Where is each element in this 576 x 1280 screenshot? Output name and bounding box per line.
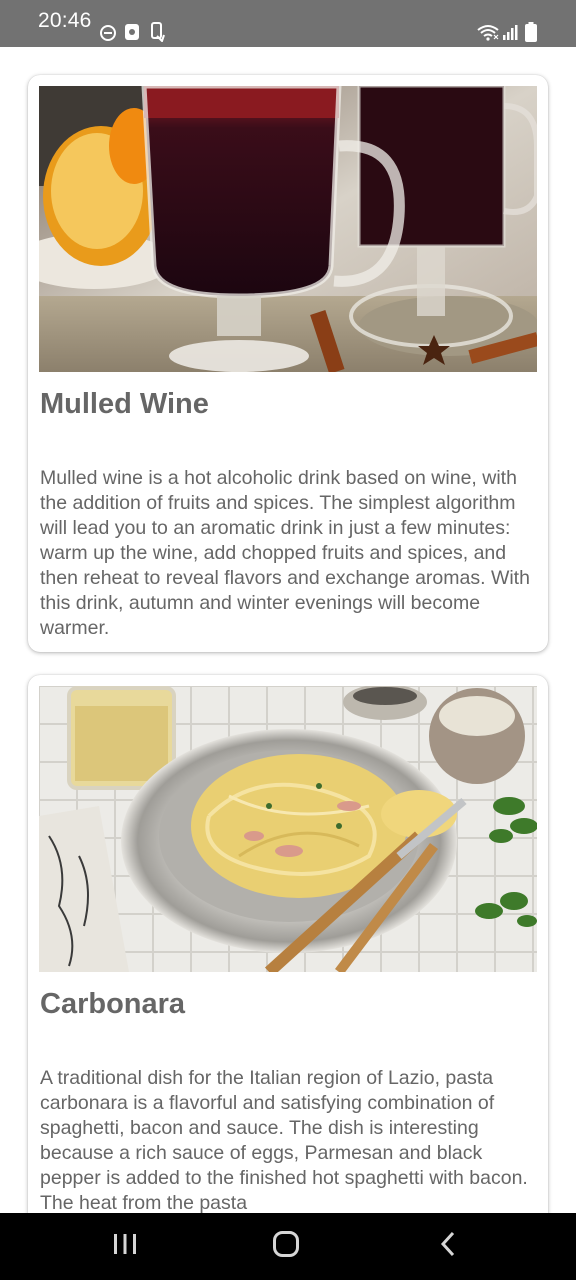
battery-icon <box>525 22 537 47</box>
wifi-icon <box>477 24 499 46</box>
navigation-bar <box>0 1213 576 1280</box>
home-icon <box>272 1230 300 1263</box>
home-button[interactable] <box>246 1213 326 1280</box>
status-time: 20:46 <box>38 9 92 32</box>
back-button[interactable] <box>408 1213 488 1280</box>
carbonara-image <box>39 686 537 972</box>
back-icon <box>439 1231 457 1262</box>
recipe-description: Mulled wine is a hot alcoholic drink bas… <box>40 467 530 639</box>
recipe-title: Mulled Wine <box>40 388 209 420</box>
recipe-card[interactable]: Carbonara A traditional dish for the Ita… <box>28 675 548 1213</box>
screenshot-icon <box>124 23 140 46</box>
recipe-description: A traditional dish for the Italian regio… <box>40 1067 528 1213</box>
do-not-disturb-icon <box>99 24 117 47</box>
recipe-title: Carbonara <box>40 988 186 1020</box>
mulled-wine-image <box>39 86 537 372</box>
recent-apps-button[interactable] <box>85 1213 165 1280</box>
cellular-signal-icon <box>502 24 518 46</box>
status-bar: 20:46 <box>0 0 576 47</box>
recipe-card[interactable]: Mulled Wine Mulled wine is a hot alcohol… <box>28 75 548 652</box>
recipe-list[interactable]: Mulled Wine Mulled wine is a hot alcohol… <box>0 47 576 1213</box>
phone-sync-icon <box>150 22 166 47</box>
recent-apps-icon <box>112 1232 138 1261</box>
